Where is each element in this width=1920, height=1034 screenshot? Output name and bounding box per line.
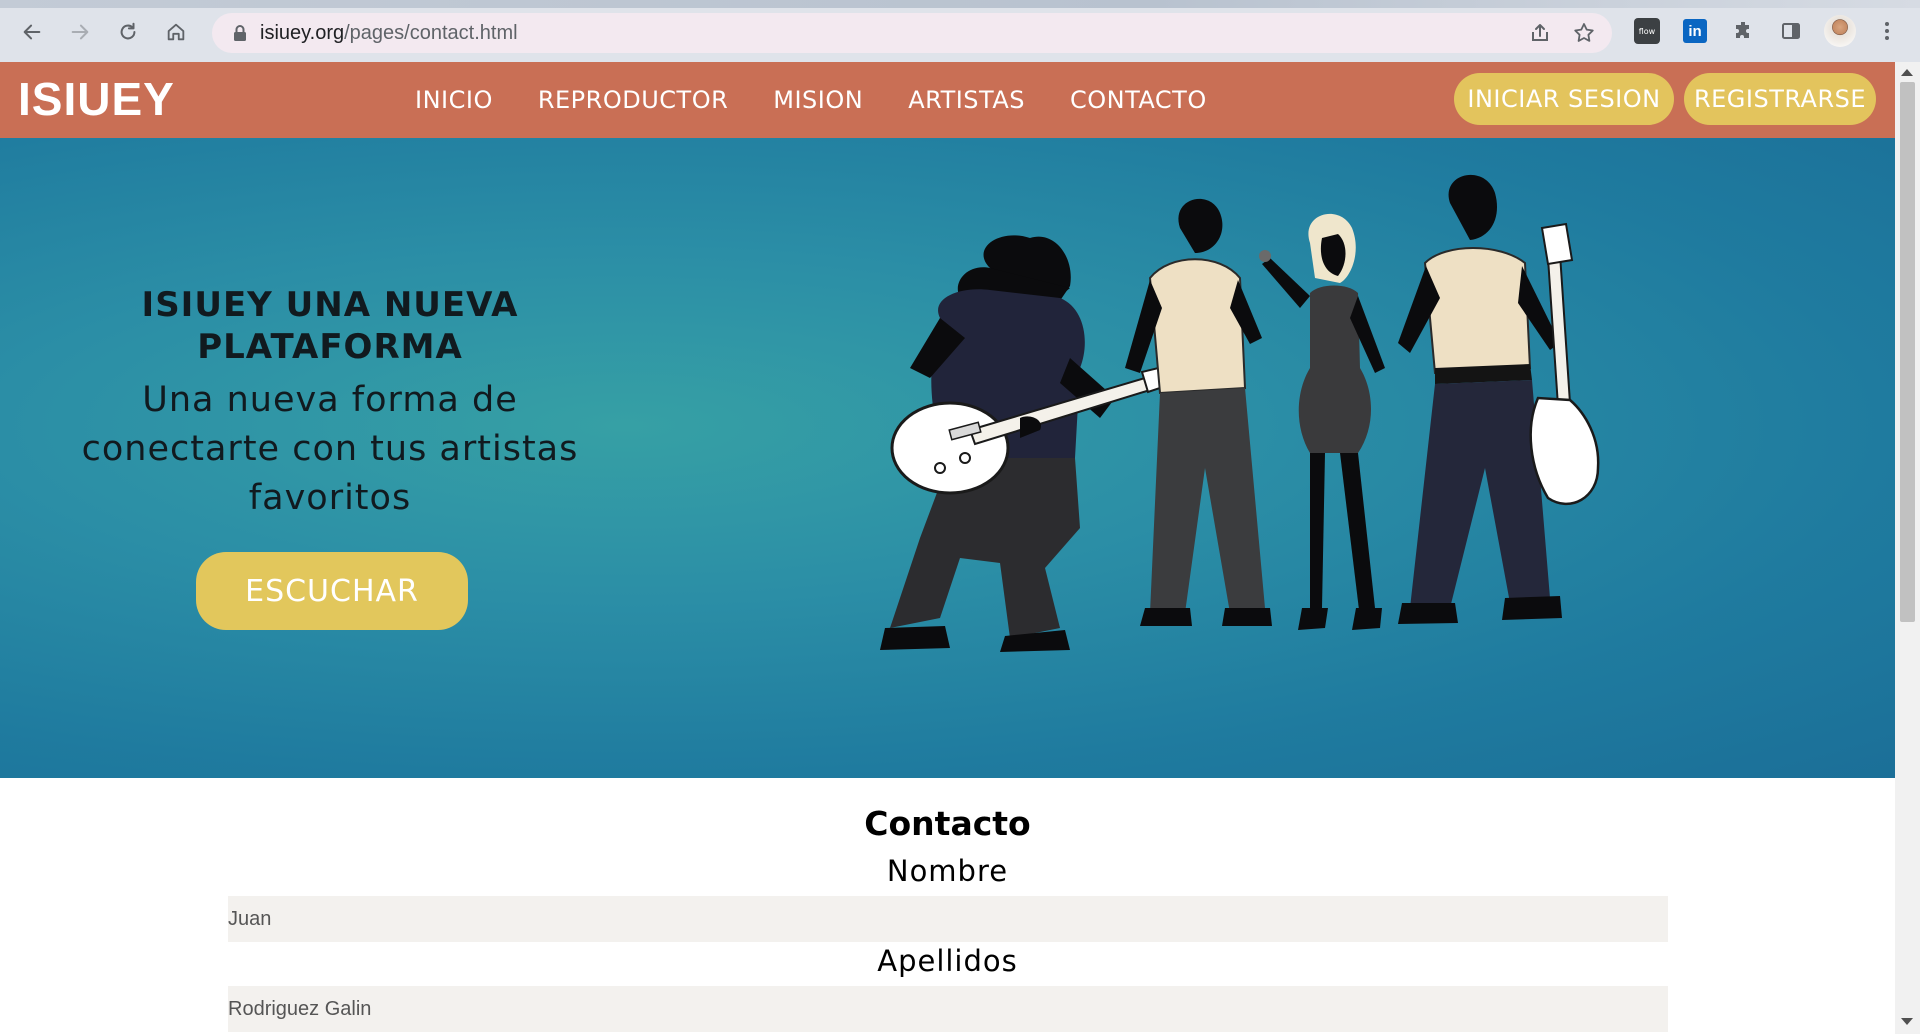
- hero-subtitle: Una nueva forma de conectarte con tus ar…: [60, 376, 600, 523]
- band-silhouette-illustration: [880, 174, 1600, 652]
- url-text[interactable]: isiuey.org/pages/contact.html: [260, 13, 518, 53]
- standing-man-guitar-figure: [1398, 174, 1600, 624]
- page-scrollbar[interactable]: [1895, 62, 1920, 1034]
- web-page: ISIUEY INICIO REPRODUCTOR MISION ARTISTA…: [0, 62, 1895, 1034]
- home-icon: [167, 23, 185, 41]
- kneeling-guitarist-figure: [880, 235, 1180, 652]
- nav-link-contacto[interactable]: CONTACTO: [1070, 86, 1207, 114]
- url-path: /pages/contact.html: [344, 22, 518, 44]
- hero-subtitle-line3: favoritos: [248, 478, 412, 518]
- bookmark-star-icon[interactable]: [1572, 21, 1596, 45]
- nav-link-inicio[interactable]: INICIO: [415, 86, 493, 114]
- scroll-up-arrow-icon[interactable]: [1901, 69, 1913, 76]
- forward-arrow-icon: [71, 24, 89, 40]
- nav-link-mision[interactable]: MISION: [773, 86, 863, 114]
- nav-link-artistas[interactable]: ARTISTAS: [908, 86, 1025, 114]
- login-button[interactable]: INICIAR SESION: [1454, 73, 1674, 125]
- side-panel-icon[interactable]: [1777, 17, 1805, 45]
- listen-button[interactable]: ESCUCHAR: [196, 552, 468, 630]
- last-name-label: Apellidos: [877, 944, 1018, 978]
- tab-strip: [0, 0, 1920, 8]
- address-bar[interactable]: isiuey.org/pages/contact.html: [212, 13, 1612, 53]
- hero-section: ISIUEY UNA NUEVA PLATAFORMA Una nueva fo…: [0, 138, 1895, 778]
- scrollbar-thumb[interactable]: [1900, 82, 1915, 622]
- hero-subtitle-line2: conectarte con tus artistas: [81, 429, 579, 469]
- site-header: ISIUEY INICIO REPRODUCTOR MISION ARTISTA…: [0, 62, 1895, 138]
- reload-button[interactable]: [110, 14, 146, 50]
- profile-avatar[interactable]: [1823, 14, 1857, 48]
- forward-button[interactable]: [62, 14, 98, 50]
- reload-icon: [120, 22, 136, 40]
- female-singer-figure: [1259, 213, 1385, 630]
- linkedin-extension-label: in: [1683, 19, 1707, 43]
- browser-chrome: isiuey.org/pages/contact.html flow in: [0, 0, 1920, 62]
- standing-man-back-figure: [1125, 198, 1272, 626]
- scroll-down-arrow-icon[interactable]: [1901, 1018, 1913, 1025]
- hero-subtitle-line1: Una nueva forma de: [142, 380, 518, 420]
- hero-title: ISIUEY UNA NUEVA PLATAFORMA: [60, 284, 600, 368]
- extensions-puzzle-icon[interactable]: [1729, 17, 1757, 45]
- browser-menu-icon[interactable]: [1873, 17, 1901, 45]
- lock-icon: [234, 25, 246, 41]
- avatar-image: [1824, 15, 1856, 47]
- linkedin-extension-icon[interactable]: in: [1681, 17, 1709, 45]
- hero-title-line1: ISIUEY UNA NUEVA: [141, 285, 519, 325]
- flow-extension-label: flow: [1634, 18, 1660, 44]
- back-arrow-icon: [23, 24, 41, 40]
- share-icon[interactable]: [1528, 21, 1552, 45]
- last-name-field[interactable]: Rodriguez Galin: [228, 986, 1668, 1032]
- home-button[interactable]: [158, 14, 194, 50]
- url-domain: isiuey.org: [260, 22, 345, 44]
- flow-extension-icon[interactable]: flow: [1633, 17, 1661, 45]
- main-nav: INICIO REPRODUCTOR MISION ARTISTAS CONTA…: [415, 86, 1252, 114]
- nav-link-reproductor[interactable]: REPRODUCTOR: [538, 86, 728, 114]
- register-button[interactable]: REGISTRARSE: [1684, 73, 1876, 125]
- back-button[interactable]: [14, 14, 50, 50]
- first-name-label: Nombre: [886, 854, 1009, 888]
- first-name-field[interactable]: Juan: [228, 896, 1668, 942]
- site-logo[interactable]: ISIUEY: [18, 72, 175, 126]
- hero-title-line2: PLATAFORMA: [197, 327, 463, 367]
- contact-title: Contacto: [864, 804, 1031, 843]
